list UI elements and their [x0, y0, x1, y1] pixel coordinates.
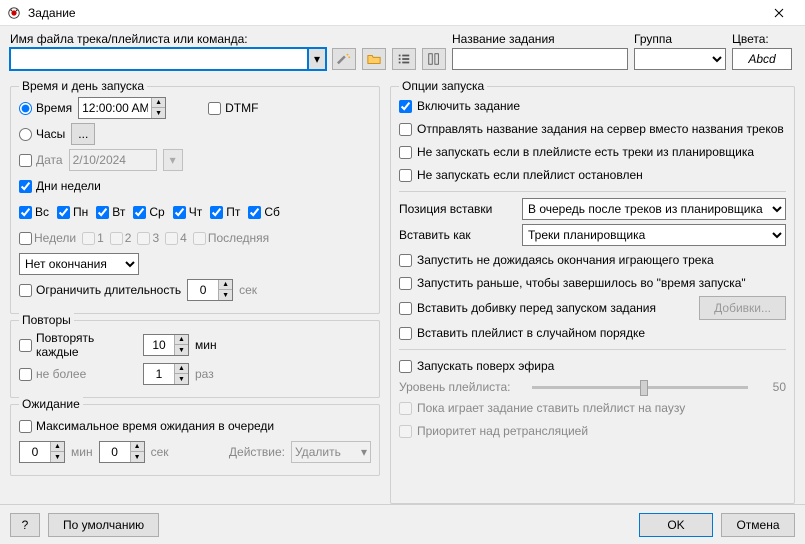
window-title: Задание — [28, 6, 759, 20]
repeats-legend: Повторы — [19, 313, 74, 327]
jingle-button[interactable]: Добивки... — [699, 296, 786, 320]
time-spinner[interactable]: ▲▼ — [78, 97, 166, 119]
level-slider — [532, 386, 748, 389]
columns-button[interactable] — [422, 48, 446, 70]
repeats-fieldset: Повторы Повторять каждые ▲▼ мин не более… — [10, 320, 380, 398]
sec-label: сек — [239, 283, 257, 297]
day-tue[interactable]: Вт — [96, 205, 125, 219]
task-name-label: Название задания — [452, 32, 628, 46]
chevron-down-icon[interactable]: ▾ — [308, 48, 326, 70]
colors-button[interactable]: Abcd — [732, 48, 792, 70]
list-button[interactable] — [392, 48, 416, 70]
week-4: 4 — [165, 231, 187, 245]
ending-select[interactable]: Нет окончания — [19, 253, 139, 275]
max-wait-checkbox[interactable]: Максимальное время ожидания в очереди — [19, 419, 274, 433]
day-sun[interactable]: Вс — [19, 205, 49, 219]
time-fieldset: Время и день запуска Время ▲▼ DTMF Часы … — [10, 86, 380, 314]
insert-as-select[interactable]: Треки планировщика — [522, 224, 786, 246]
repeat-every-checkbox[interactable]: Повторять каждые — [19, 331, 137, 359]
week-2: 2 — [110, 231, 132, 245]
day-wed[interactable]: Ср — [133, 205, 164, 219]
shuffle-checkbox[interactable]: Вставить плейлист в случайном порядке — [399, 326, 645, 340]
day-mon[interactable]: Пн — [57, 205, 88, 219]
time-legend: Время и день запуска — [19, 79, 147, 93]
cancel-button[interactable]: Отмена — [721, 513, 795, 537]
times-label: раз — [195, 367, 214, 381]
repeat-every-spinner[interactable]: ▲▼ — [143, 334, 189, 356]
wait-min-label: мин — [71, 445, 93, 459]
week-1: 1 — [82, 231, 104, 245]
no-scheduled-checkbox[interactable]: Не запускать если в плейлисте есть треки… — [399, 145, 754, 159]
colors-label: Цвета: — [732, 32, 792, 46]
send-name-checkbox[interactable]: Отправлять название задания на сервер вм… — [399, 122, 784, 136]
start-early-checkbox[interactable]: Запустить раньше, чтобы завершилось во "… — [399, 276, 746, 290]
over-air-checkbox[interactable]: Запускать поверх эфира — [399, 359, 554, 373]
nomore-spinner[interactable]: ▲▼ — [143, 363, 189, 385]
level-value: 50 — [756, 380, 786, 394]
track-input[interactable]: ▾ — [10, 48, 326, 70]
no-stopped-checkbox[interactable]: Не запускать если плейлист остановлен — [399, 168, 643, 182]
day-fri[interactable]: Пт — [210, 205, 240, 219]
no-wait-checkbox[interactable]: Запустить не дожидаясь окончания играюще… — [399, 253, 714, 267]
close-button[interactable] — [759, 0, 799, 26]
folder-button[interactable] — [362, 48, 386, 70]
group-select[interactable] — [634, 48, 726, 70]
limit-checkbox[interactable]: Ограничить длительность — [19, 283, 181, 297]
jingle-checkbox[interactable]: Вставить добивку перед запуском задания — [399, 301, 656, 315]
wait-sec-spinner[interactable]: ▲▼ — [99, 441, 145, 463]
track-label: Имя файла трека/плейлиста или команда: — [10, 32, 326, 46]
date-checkbox[interactable]: Дата — [19, 153, 63, 167]
date-input: 2/10/2024 — [69, 149, 157, 171]
wait-legend: Ожидание — [19, 397, 83, 411]
action-label: Действие: — [229, 445, 285, 459]
insert-pos-label: Позиция вставки — [399, 202, 514, 216]
wand-button[interactable] — [332, 48, 356, 70]
insert-pos-select[interactable]: В очередь после треков из планировщика — [522, 198, 786, 220]
pause-checkbox: Пока играет задание ставить плейлист на … — [399, 401, 685, 415]
launch-fieldset: Опции запуска Включить задание Отправлят… — [390, 86, 795, 504]
help-button[interactable]: ? — [10, 513, 40, 537]
footer: ? По умолчанию OK Отмена — [0, 504, 805, 544]
ok-button[interactable]: OK — [639, 513, 713, 537]
week-last: Последняя — [193, 231, 269, 245]
insert-as-label: Вставить как — [399, 228, 514, 242]
priority-checkbox: Приоритет над ретрансляцией — [399, 424, 588, 438]
enable-checkbox[interactable]: Включить задание — [399, 99, 520, 113]
titlebar: Задание — [0, 0, 805, 26]
wait-fieldset: Ожидание Максимальное время ожидания в о… — [10, 404, 380, 476]
dtmf-checkbox[interactable]: DTMF — [208, 101, 258, 115]
default-button[interactable]: По умолчанию — [48, 513, 159, 537]
task-name-input[interactable] — [452, 48, 628, 70]
week-3: 3 — [137, 231, 159, 245]
launch-legend: Опции запуска — [399, 79, 487, 93]
day-sat[interactable]: Сб — [248, 205, 280, 219]
hours-radio[interactable]: Часы — [19, 127, 65, 141]
app-icon — [6, 5, 22, 21]
wait-min-spinner[interactable]: ▲▼ — [19, 441, 65, 463]
day-thu[interactable]: Чт — [173, 205, 203, 219]
level-label: Уровень плейлиста: — [399, 380, 524, 394]
group-label: Группа — [634, 32, 726, 46]
action-select: Удалить▾ — [291, 441, 371, 463]
weeks-checkbox[interactable]: Недели — [19, 231, 76, 245]
limit-spinner[interactable]: ▲▼ — [187, 279, 233, 301]
date-dropdown-icon: ▾ — [163, 149, 183, 171]
hours-dots-button[interactable]: ... — [71, 123, 95, 145]
time-radio[interactable]: Время — [19, 101, 72, 115]
nomore-checkbox[interactable]: не более — [19, 367, 137, 381]
days-checkbox[interactable]: Дни недели — [19, 179, 101, 193]
wait-sec-label: сек — [151, 445, 169, 459]
min-label: мин — [195, 338, 217, 352]
